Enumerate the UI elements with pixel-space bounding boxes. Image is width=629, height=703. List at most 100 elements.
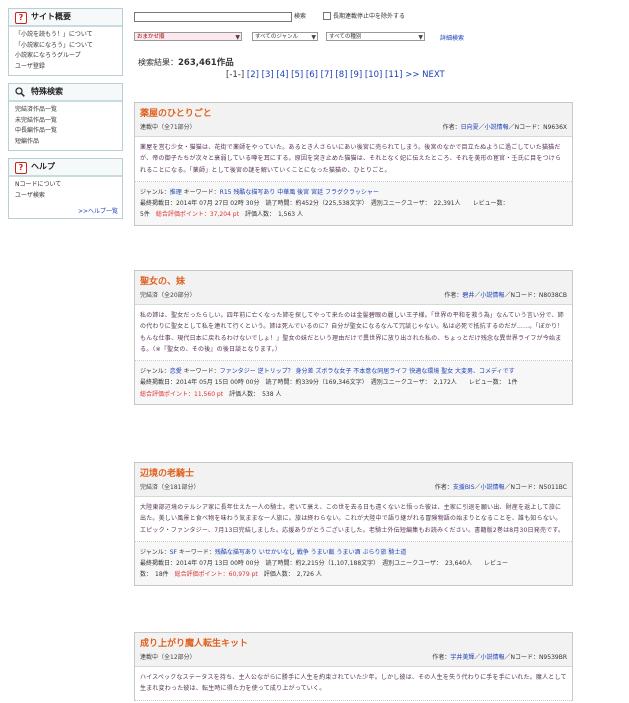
novel-card: 成り上がり魔人転生キット 連載中（全12部分） 作者：宇井美輝／小説情報／Nコー… <box>134 632 573 701</box>
sidebar-link-short[interactable]: 短編作品 <box>15 137 122 148</box>
novel-header: 薬屋のひとりごと 連載中（全71部分） 作者：日向夏／小説情報／Nコード：N96… <box>135 103 572 137</box>
genre-label: ジャンル： <box>140 368 170 376</box>
novel-status: 連載中（全71部分） <box>140 124 196 131</box>
novel-info-link[interactable]: 小説情報 <box>485 124 509 131</box>
chevron-down-icon: ▼ <box>235 34 240 41</box>
keyword-label: キーワード： <box>183 368 220 376</box>
sidebar-link-about-yomou[interactable]: 「小説を読もう！」について <box>15 30 122 41</box>
points-value: 60,979 pt <box>228 571 258 579</box>
exclude-stopped-checkbox[interactable] <box>323 12 331 20</box>
search-button[interactable]: 検索 <box>294 12 306 21</box>
novel-ncode: ／Nコード：N5011BC <box>504 484 567 491</box>
novel-title[interactable]: 薬屋のひとりごと <box>140 108 567 121</box>
keyword-links[interactable]: ファンタジー 逆トリップ？ 身分差 ズボラな女子 不本意な同居ライフ 快適な環境… <box>220 368 515 375</box>
page-current: [-1-] <box>226 70 245 80</box>
keyword-links[interactable]: 残酷な描写あり いせかいなし 戦争 うまい飯 うまい酒 ぶらり旅 騎士道 <box>215 549 406 556</box>
page-next-link[interactable]: >> NEXT <box>405 70 445 80</box>
novel-info-link[interactable]: 小説情報 <box>481 484 505 491</box>
magnifier-icon <box>15 87 25 97</box>
sidebar-link-about-narou[interactable]: 「小説家になろう」について <box>15 41 122 52</box>
evaluator-count: 評価人数： 1,563 人 <box>244 211 304 219</box>
type-select[interactable]: すべての種別 ▼ <box>326 32 425 41</box>
advanced-search-link[interactable]: 詳細検索 <box>440 33 464 42</box>
order-select-value: おまかせ順 <box>137 34 165 40</box>
sidebar-link-long[interactable]: 中長編作品一覧 <box>15 126 122 137</box>
novel-synopsis: 薬屋を営む少女・猫猫は、花街で薬師をやっていた。あるとき人さらいにあい後宮に売ら… <box>135 137 572 182</box>
page-link-4[interactable]: [4] <box>276 70 288 80</box>
genre-link[interactable]: 推理 <box>170 189 182 196</box>
keyword-search-input[interactable] <box>134 12 292 22</box>
evaluator-count: 評価人数： 538 人 <box>229 390 282 398</box>
pagination: [-1-] [2] [3] [4] [5] [6] [7] [8] [9] [1… <box>226 70 445 80</box>
author-link[interactable]: 支援BIS <box>453 484 475 491</box>
genre-select-value: すべてのジャンル <box>255 34 299 40</box>
novel-meta: ジャンル：推理 キーワード：R15 残酷な描写あり 中華風 後宮 宮廷 フラグク… <box>135 181 572 225</box>
novel-status: 完結済（全181部分） <box>140 484 200 491</box>
novel-card: 辺境の老騎士 完結済（全181部分） 作者：支援BIS／小説情報／Nコード：N5… <box>134 462 573 586</box>
evaluator-count: 評価人数： 2,726 人 <box>263 571 322 579</box>
author-link[interactable]: 宇井美輝 <box>450 654 474 661</box>
points-value: 37,204 pt <box>209 211 239 219</box>
result-count: 検索結果：263,461作品 <box>138 56 234 68</box>
novel-info-link[interactable]: 小説情報 <box>480 654 504 661</box>
help-title: ヘルプ <box>31 162 55 171</box>
genre-label: ジャンル： <box>140 548 170 556</box>
question-icon: ? <box>15 12 27 24</box>
keyword-label: キーワード： <box>178 548 215 556</box>
question-icon: ? <box>15 162 27 174</box>
page-link-9[interactable]: [9] <box>350 70 362 80</box>
author-prefix: 作者： <box>434 484 453 491</box>
novel-stats: 最終掲載日：2014年 07月 27日 02時 30分 読了時間：約452分（2… <box>140 200 509 208</box>
novel-info-link[interactable]: 小説情報 <box>480 292 504 299</box>
sidebar-link-ongoing[interactable]: 未完結作品一覧 <box>15 116 122 127</box>
novel-meta: ジャンル：SF キーワード：残酷な描写あり いせかいなし 戦争 うまい飯 うまい… <box>135 541 572 585</box>
sidebar-link-register[interactable]: ユーザ登録 <box>15 62 122 73</box>
page-link-10[interactable]: [10] <box>365 70 382 80</box>
novel-card: 聖女の、妹 完結済（全20部分） 作者：碧井／小説情報／Nコード：N8038CB… <box>134 270 573 406</box>
genre-link[interactable]: 恋愛 <box>170 368 182 375</box>
site-overview-title: サイト概要 <box>31 12 71 21</box>
page-link-8[interactable]: [8] <box>335 70 347 80</box>
novel-ncode: ／Nコード：N8038CB <box>504 292 567 299</box>
keyword-links[interactable]: R15 残酷な描写あり 中華風 後宮 宮廷 フラグクラッシャー <box>220 189 379 196</box>
sidebar: ? サイト概要 「小説を読もう！」について 「小説家になろう」について 小説家に… <box>8 8 123 226</box>
novel-ncode: ／Nコード：N9539BR <box>504 654 567 661</box>
points-label: 総合評価ポイント： <box>140 390 195 398</box>
exclude-stopped-label: 長期連載停止中を除外する <box>333 13 406 20</box>
author-link[interactable]: 碧井 <box>462 292 474 299</box>
points-label: 総合評価ポイント： <box>155 211 210 219</box>
novel-author: 作者：宇井美輝／小説情報／Nコード：N9539BR <box>432 652 567 663</box>
sidebar-link-group[interactable]: 小説家になろうグループ <box>15 51 122 62</box>
page-link-5[interactable]: [5] <box>291 70 303 80</box>
author-prefix: 作者： <box>432 654 451 661</box>
novel-header: 辺境の老騎士 完結済（全181部分） 作者：支援BIS／小説情報／Nコード：N5… <box>135 463 572 497</box>
order-select[interactable]: おまかせ順 ▼ <box>134 32 242 41</box>
author-link[interactable]: 日向夏 <box>461 124 479 131</box>
novel-ncode: ／Nコード：N9636X <box>508 124 567 131</box>
genre-select[interactable]: すべてのジャンル ▼ <box>252 32 318 41</box>
page-link-2[interactable]: [2] <box>247 70 259 80</box>
author-prefix: 作者： <box>442 124 461 131</box>
novel-title[interactable]: 辺境の老騎士 <box>140 468 567 481</box>
special-search-box: 特殊検索 完結済作品一覧 未完結作品一覧 中長編作品一覧 短編作品 <box>8 83 123 151</box>
novel-synopsis: 私の姉は、聖女だったらしい。四年前に亡くなった姉を探してやって来たのは金髪碧眼の… <box>135 305 572 362</box>
page-link-6[interactable]: [6] <box>306 70 318 80</box>
genre-link[interactable]: SF <box>170 549 177 556</box>
points-value: 11,560 pt <box>194 390 224 398</box>
review-count: 数： 18件 <box>140 571 169 579</box>
sidebar-link-completed[interactable]: 完結済作品一覧 <box>15 105 122 116</box>
page-link-7[interactable]: [7] <box>321 70 333 80</box>
sidebar-link-user-search[interactable]: ユーザ検索 <box>15 191 122 202</box>
page-link-3[interactable]: [3] <box>262 70 274 80</box>
author-prefix: 作者： <box>444 292 463 299</box>
help-list-link[interactable]: >>ヘルプ一覧 <box>9 201 122 215</box>
novel-title[interactable]: 聖女の、妹 <box>140 276 567 289</box>
sidebar-link-ncode[interactable]: Nコードについて <box>15 180 122 191</box>
page-link-11[interactable]: [11] <box>385 70 402 80</box>
novel-title[interactable]: 成り上がり魔人転生キット <box>140 638 567 651</box>
novel-card: 薬屋のひとりごと 連載中（全71部分） 作者：日向夏／小説情報／Nコード：N96… <box>134 102 573 226</box>
novel-status: 連載中（全12部分） <box>140 654 196 661</box>
novel-author: 作者：支援BIS／小説情報／Nコード：N5011BC <box>435 482 567 493</box>
special-search-header: 特殊検索 <box>9 84 122 102</box>
site-overview-box: ? サイト概要 「小説を読もう！」について 「小説家になろう」について 小説家に… <box>8 8 123 76</box>
